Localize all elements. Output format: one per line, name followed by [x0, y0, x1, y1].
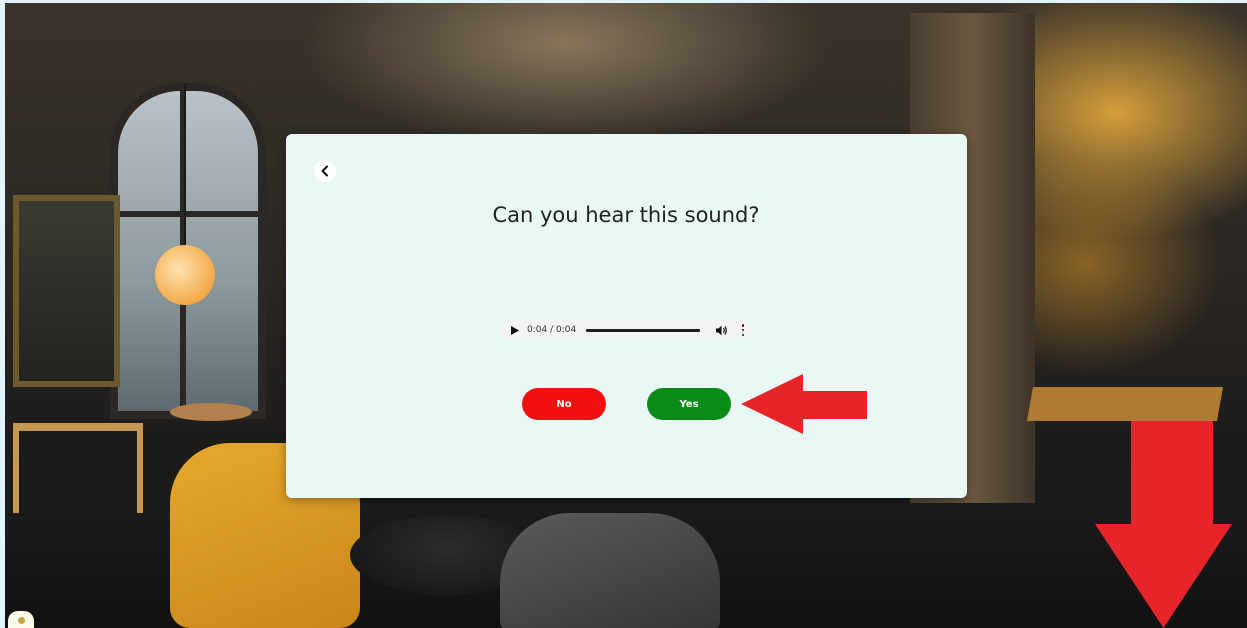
play-button[interactable]: [511, 324, 521, 336]
menu-dot: [741, 324, 745, 327]
small-round-table: [170, 403, 252, 421]
back-button[interactable]: [314, 160, 336, 182]
more-vertical-icon[interactable]: [740, 324, 746, 336]
menu-dot: [741, 333, 745, 336]
play-icon: [511, 325, 519, 335]
widget-dot: [17, 617, 25, 624]
pendant-lamp: [155, 245, 215, 305]
volume-button[interactable]: [716, 324, 728, 336]
audio-progress-slider[interactable]: [586, 328, 701, 332]
yes-button[interactable]: Yes: [647, 388, 731, 420]
wall-mirror: [13, 195, 120, 387]
volume-icon: [716, 325, 728, 335]
audio-time-display: 0:04 / 0:04: [527, 325, 577, 335]
question-title: Can you hear this sound?: [492, 203, 760, 227]
corner-widget-icon[interactable]: [8, 611, 34, 628]
side-table: [13, 423, 143, 513]
sound-check-dialog: Can you hear this sound? 0:04 / 0:04 No …: [286, 134, 967, 498]
arrow-down-icon: [1095, 421, 1232, 628]
wooden-table: [1027, 387, 1223, 421]
chevron-left-icon: [321, 165, 328, 177]
window-transom: [118, 211, 258, 217]
page: Can you hear this sound? 0:04 / 0:04 No …: [0, 0, 1247, 628]
no-button[interactable]: No: [522, 388, 606, 420]
menu-dot: [741, 328, 745, 332]
grey-armchair: [500, 513, 720, 628]
arrow-left-icon: [741, 374, 867, 434]
lamp-cord: [184, 83, 186, 247]
audio-player[interactable]: 0:04 / 0:04: [501, 320, 752, 340]
audio-progress-fill: [586, 328, 701, 332]
